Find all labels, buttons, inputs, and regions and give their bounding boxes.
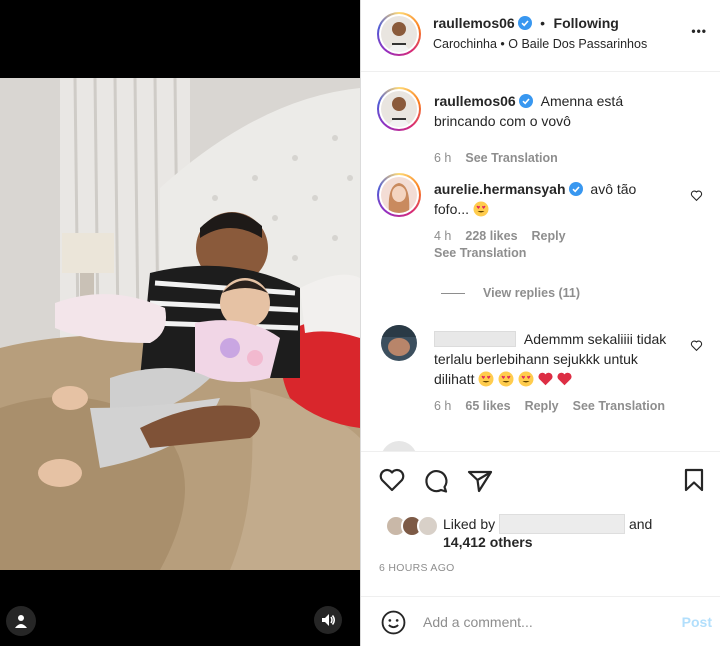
caption-see-translation[interactable]: See Translation bbox=[465, 151, 557, 165]
like-comment-heart-icon[interactable] bbox=[690, 189, 703, 202]
comment-line-1: avô tão bbox=[590, 181, 637, 197]
likes-and-label: and bbox=[628, 516, 653, 532]
comment-avatar-image bbox=[381, 325, 417, 361]
redacted-username bbox=[434, 331, 516, 347]
caption: raullemos06 Amenna está brincando com o … bbox=[377, 87, 709, 177]
caption-line-2: brincando com o vovô bbox=[434, 113, 571, 129]
header-title-row: raullemos06 • Following bbox=[433, 15, 619, 33]
verified-badge-icon bbox=[517, 16, 532, 30]
heart-eyes-emoji-icon bbox=[473, 201, 489, 217]
heart-eyes-emoji-icon bbox=[478, 371, 494, 387]
user-tag-button[interactable] bbox=[6, 606, 36, 636]
liked-by-avatar-stack bbox=[385, 515, 439, 537]
comment-avatar[interactable] bbox=[377, 173, 421, 217]
like-heart-icon[interactable] bbox=[379, 468, 405, 492]
comment-avatar-image bbox=[381, 177, 417, 213]
comment-icon[interactable] bbox=[423, 468, 449, 494]
comment-meta: 4 h 228 likes Reply bbox=[434, 229, 580, 243]
view-replies-button[interactable]: View replies (11) bbox=[483, 286, 580, 300]
photo-illustration bbox=[0, 78, 360, 570]
post-photo[interactable] bbox=[0, 78, 360, 570]
post-timestamp[interactable]: 6 HOURS AGO bbox=[379, 562, 455, 574]
caption-text: raullemos06 Amenna está brincando com o … bbox=[434, 91, 623, 131]
redacted-liker bbox=[499, 514, 626, 534]
caption-meta: 6 h See Translation bbox=[434, 151, 572, 165]
comment-time[interactable]: 4 h bbox=[434, 229, 451, 243]
red-heart-emoji-icon bbox=[538, 372, 553, 386]
emoji-smiley-icon[interactable] bbox=[381, 610, 406, 635]
comment-line-2: fofo... bbox=[434, 201, 470, 217]
liked-by-avatars[interactable] bbox=[385, 515, 445, 537]
comment-likes[interactable]: 228 likes bbox=[465, 229, 517, 243]
comment-line-1: Ademmm sekaliiii tidak bbox=[523, 331, 667, 347]
person-icon bbox=[15, 615, 27, 628]
comment-text: Ademmm sekaliiii tidak terlalu berlebiha… bbox=[434, 329, 666, 389]
replies-divider bbox=[441, 293, 465, 294]
caption-line-1: Amenna está bbox=[540, 93, 624, 109]
header-separator: • bbox=[540, 15, 546, 31]
add-comment-bar: Add a comment... Post bbox=[361, 596, 720, 646]
liked-by-label: Liked by bbox=[443, 516, 496, 532]
post-actions: Liked by and 14,412 others 6 HOURS AGO bbox=[361, 451, 720, 596]
share-paper-plane-icon[interactable] bbox=[467, 469, 493, 493]
comment-avatar[interactable] bbox=[381, 325, 417, 361]
verified-badge-icon bbox=[518, 94, 533, 108]
caption-avatar-image bbox=[381, 91, 417, 127]
author-username[interactable]: raullemos06 bbox=[433, 15, 515, 31]
likes-others-link[interactable]: 14,412 others bbox=[443, 534, 533, 550]
speaker-icon bbox=[322, 614, 335, 626]
save-bookmark-icon[interactable] bbox=[683, 468, 705, 492]
audio-toggle-button[interactable] bbox=[314, 606, 342, 634]
post-header: raullemos06 • Following Carochinha • O B… bbox=[361, 0, 720, 72]
comment-line-3: dilihatt bbox=[434, 371, 475, 387]
comment-reply-button[interactable]: Reply bbox=[525, 399, 559, 413]
heart-eyes-emoji-icon bbox=[498, 371, 514, 387]
verified-badge-icon bbox=[568, 182, 583, 196]
comments-list[interactable]: raullemos06 Amenna está brincando com o … bbox=[361, 73, 720, 451]
post-comment-button[interactable]: Post bbox=[682, 614, 712, 630]
comment-see-translation[interactable]: See Translation bbox=[573, 399, 665, 413]
comment-reply-button[interactable]: Reply bbox=[532, 229, 566, 243]
heart-eyes-emoji-icon bbox=[518, 371, 534, 387]
post-side-panel: raullemos06 • Following Carochinha • O B… bbox=[360, 0, 720, 646]
comment-meta: 6 h 65 likes Reply See Translation bbox=[434, 399, 679, 413]
audio-link[interactable]: Carochinha • O Baile Dos Passarinhos bbox=[433, 37, 647, 51]
next-comment-avatar bbox=[381, 441, 417, 451]
comment-item: Ademmm sekaliiii tidak terlalu berlebiha… bbox=[379, 325, 709, 425]
comment-item: aurelie.hermansyah avô tão fofo... 4 h 22… bbox=[377, 173, 709, 313]
likes-summary: Liked by and 14,412 others bbox=[443, 514, 652, 550]
author-avatar[interactable] bbox=[377, 12, 421, 56]
like-comment-heart-icon[interactable] bbox=[690, 339, 703, 352]
caption-avatar[interactable] bbox=[377, 87, 421, 131]
comment-username[interactable]: aurelie.hermansyah bbox=[434, 181, 566, 197]
more-options-icon[interactable]: ••• bbox=[691, 24, 707, 38]
caption-time[interactable]: 6 h bbox=[434, 151, 451, 165]
post-media[interactable] bbox=[0, 0, 360, 646]
add-comment-input[interactable]: Add a comment... bbox=[423, 614, 533, 630]
following-button[interactable]: Following bbox=[554, 15, 619, 31]
comment-line-2: terlalu berlebihann sejukkk untuk bbox=[434, 351, 638, 367]
comment-text: aurelie.hermansyah avô tão fofo... bbox=[434, 179, 636, 219]
comment-time[interactable]: 6 h bbox=[434, 399, 451, 413]
red-heart-emoji-icon bbox=[557, 372, 572, 386]
comment-emoji-row bbox=[478, 371, 572, 387]
author-avatar-image bbox=[381, 16, 417, 52]
caption-username[interactable]: raullemos06 bbox=[434, 93, 516, 109]
comment-likes[interactable]: 65 likes bbox=[465, 399, 510, 413]
comment-see-translation[interactable]: See Translation bbox=[434, 246, 526, 260]
